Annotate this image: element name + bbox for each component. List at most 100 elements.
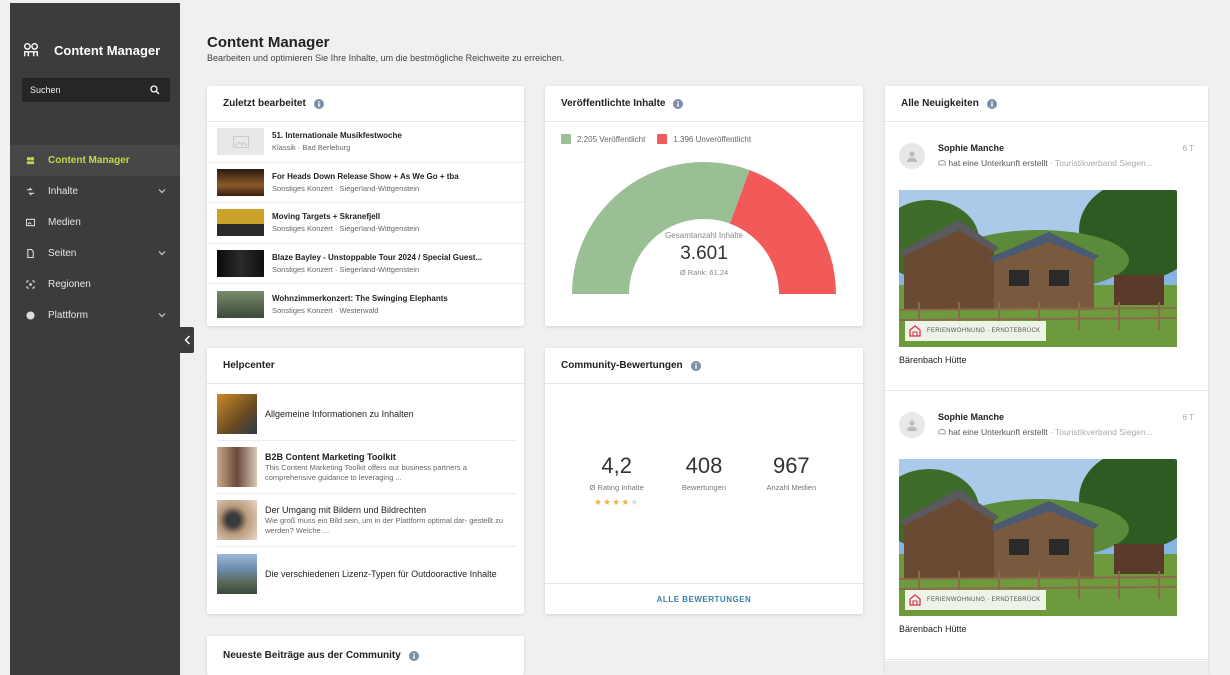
list-item-subtitle: Sonstiges Konzert · Siegerland-Wittgenst… xyxy=(272,183,420,193)
chevron-down-icon xyxy=(158,189,166,194)
list-item-subtitle: Sonstiges Konzert · Siegerland-Wittgenst… xyxy=(272,224,420,234)
news-image-tag-text: FERIENWOHNUNG · ERNDTEBRÜCK xyxy=(927,328,1041,334)
sidebar-item-plattform[interactable]: Plattform xyxy=(10,300,180,331)
list-item[interactable]: Wohnzimmerkonzert: The Swinging Elephant… xyxy=(207,284,524,325)
help-article-description: Wie groß muss ein Bild sein, um in der P… xyxy=(265,515,504,535)
recent-card-title: Zuletzt bearbeitet xyxy=(223,98,306,109)
content-manager-icon xyxy=(24,156,36,165)
list-item[interactable]: For Heads Down Release Show + As We Go +… xyxy=(207,163,524,203)
help-article[interactable]: Allgemeine Informationen zu Inhalten xyxy=(217,388,516,441)
community-posts-card-title: Neueste Beiträge aus der Community xyxy=(223,650,401,661)
sidebar-item-content-manager[interactable]: Content Manager xyxy=(10,145,180,176)
sidebar-item-seiten[interactable]: Seiten xyxy=(10,238,180,269)
star-filled-icon: ★ xyxy=(612,497,622,507)
avatar[interactable] xyxy=(899,412,925,438)
sidebar: Content Manager Suchen Content Manager I… xyxy=(10,3,180,675)
help-article-thumbnail xyxy=(217,553,257,594)
stat-rating-value: 4,2 xyxy=(601,453,632,478)
list-item-title: Blaze Bayley - Unstoppable Tour 2024 / S… xyxy=(272,252,483,262)
recent-card: Zuletzt bearbeitet 51. Internationale Mu… xyxy=(207,86,524,326)
list-item-title: For Heads Down Release Show + As We Go +… xyxy=(272,171,459,181)
help-article[interactable]: Der Umgang mit Bildern und Bildrechten W… xyxy=(217,494,516,547)
legend-published: 2.205 Veröffentlicht xyxy=(577,134,646,144)
news-org[interactable]: · Touristikverband Siegen... xyxy=(1050,158,1153,168)
news-item[interactable]: Sophie Manche 6 T hat eine Unterkunft er… xyxy=(885,123,1208,391)
list-item-title: Moving Targets + Skranefjell xyxy=(272,212,381,222)
news-place[interactable]: Bärenbach Hütte xyxy=(899,355,967,365)
gauge-total-label: Gesamtanzahl Inhalte xyxy=(665,231,743,240)
list-item[interactable]: Moving Targets + Skranefjell Sonstiges K… xyxy=(207,203,524,244)
sidebar-item-label: Medien xyxy=(48,217,81,228)
info-icon[interactable] xyxy=(408,650,419,661)
accommodation-icon xyxy=(938,428,946,435)
info-icon[interactable] xyxy=(673,98,684,109)
news-action: hat eine Unterkunft erstellt · Touristik… xyxy=(938,158,1196,168)
news-card-header: Alle Neuigkeiten xyxy=(885,86,1208,122)
stat-rating: 4,2 Ø Rating Inhalte ★★★★★ xyxy=(577,453,657,508)
chevron-down-icon xyxy=(158,313,166,318)
sidebar-item-label: Regionen xyxy=(48,279,91,290)
help-article-thumbnail xyxy=(217,500,257,540)
news-image[interactable]: FERIENWOHNUNG · ERNDTEBRÜCK xyxy=(899,190,1177,347)
news-author[interactable]: Sophie Manche xyxy=(938,412,1004,422)
list-item[interactable]: Blaze Bayley - Unstoppable Tour 2024 / S… xyxy=(207,244,524,284)
chart-legend: 2.205 Veröffentlicht 1.396 Unveröffentli… xyxy=(545,122,863,144)
news-image-tag-text: FERIENWOHNUNG · ERNDTEBRÜCK xyxy=(927,597,1041,603)
sidebar-header[interactable]: Content Manager xyxy=(10,3,180,67)
news-card: Alle Neuigkeiten Sophie Manche 6 T hat e… xyxy=(885,86,1208,675)
recent-card-header: Zuletzt bearbeitet xyxy=(207,86,524,122)
news-place[interactable]: Bärenbach Hütte xyxy=(899,624,967,634)
help-article[interactable]: B2B Content Marketing Toolkit This Conte… xyxy=(217,441,516,494)
sidebar-collapse-button[interactable] xyxy=(180,327,194,353)
user-icon xyxy=(907,151,917,162)
info-icon[interactable] xyxy=(986,98,997,109)
star-empty-icon: ★ xyxy=(630,497,640,507)
help-article-title: Der Umgang mit Bildern und Bildrechten xyxy=(265,504,427,515)
help-article-thumbnail xyxy=(217,394,257,434)
user-icon xyxy=(907,420,917,431)
news-image[interactable]: FERIENWOHNUNG · ERNDTEBRÜCK xyxy=(899,459,1177,616)
sidebar-item-regionen[interactable]: Regionen xyxy=(10,269,180,300)
star-filled-icon: ★ xyxy=(593,497,604,507)
help-article-thumbnail xyxy=(217,447,257,487)
avatar[interactable] xyxy=(899,143,925,169)
news-card-title: Alle Neuigkeiten xyxy=(901,98,979,109)
search-placeholder: Suchen xyxy=(30,85,61,95)
list-item-subtitle: Sonstiges Konzert · Westerwald xyxy=(272,305,379,315)
list-item-title: 51. Internationale Musikfestwoche xyxy=(272,131,402,141)
community-posts-card-header: Neueste Beiträge aus der Community xyxy=(207,636,524,675)
list-item[interactable]: 51. Internationale Musikfestwoche Klassi… xyxy=(207,122,524,163)
sidebar-item-inhalte[interactable]: Inhalte xyxy=(10,176,180,207)
stat-media-label: Anzahl Medien xyxy=(766,483,817,492)
list-item-thumbnail xyxy=(217,290,264,318)
community-posts-card: Neueste Beiträge aus der Community xyxy=(207,636,524,675)
help-article-description: This Content Marketing Toolkit offers ou… xyxy=(265,462,467,482)
stat-rating-label: Ø Rating Inhalte xyxy=(589,483,644,492)
stat-media-value: 967 xyxy=(772,453,810,478)
list-item-subtitle: Sonstiges Konzert · Siegerland-Wittgenst… xyxy=(272,264,420,274)
help-article[interactable]: Die verschiedenen Lizenz-Typen für Outdo… xyxy=(217,547,516,600)
news-item[interactable]: Sophie Manche 6 T hat eine Unterkunft er… xyxy=(885,392,1208,660)
news-author[interactable]: Sophie Manche xyxy=(938,143,1004,153)
news-image-tag: FERIENWOHNUNG · ERNDTEBRÜCK xyxy=(905,321,1047,341)
page-icon xyxy=(24,249,36,258)
sidebar-title: Content Manager xyxy=(54,42,161,58)
news-org[interactable]: · Touristikverband Siegen... xyxy=(1050,427,1153,437)
ratings-card-header: Community-Bewertungen xyxy=(545,348,863,384)
news-card-footer xyxy=(885,661,1208,675)
info-icon[interactable] xyxy=(690,360,701,371)
gauge-total: 3.601 xyxy=(680,243,728,264)
stat-media: 967 Anzahl Medien xyxy=(751,453,831,508)
sidebar-item-medien[interactable]: Medien xyxy=(10,207,180,238)
all-ratings-button[interactable]: ALLE BEWERTUNGEN xyxy=(545,583,863,614)
platform-icon xyxy=(24,311,36,320)
legend-swatch-published xyxy=(561,134,571,144)
info-icon[interactable] xyxy=(313,98,324,109)
region-icon xyxy=(24,280,36,289)
placeholder-image-icon xyxy=(217,128,264,156)
search-icon[interactable] xyxy=(150,85,160,95)
search-input[interactable]: Suchen xyxy=(22,78,170,102)
published-card-header: Veröffentlichte Inhalte xyxy=(545,86,863,122)
chevron-down-icon xyxy=(158,251,166,256)
legend-unpublished: 1.396 Unveröffentlicht xyxy=(673,134,752,144)
